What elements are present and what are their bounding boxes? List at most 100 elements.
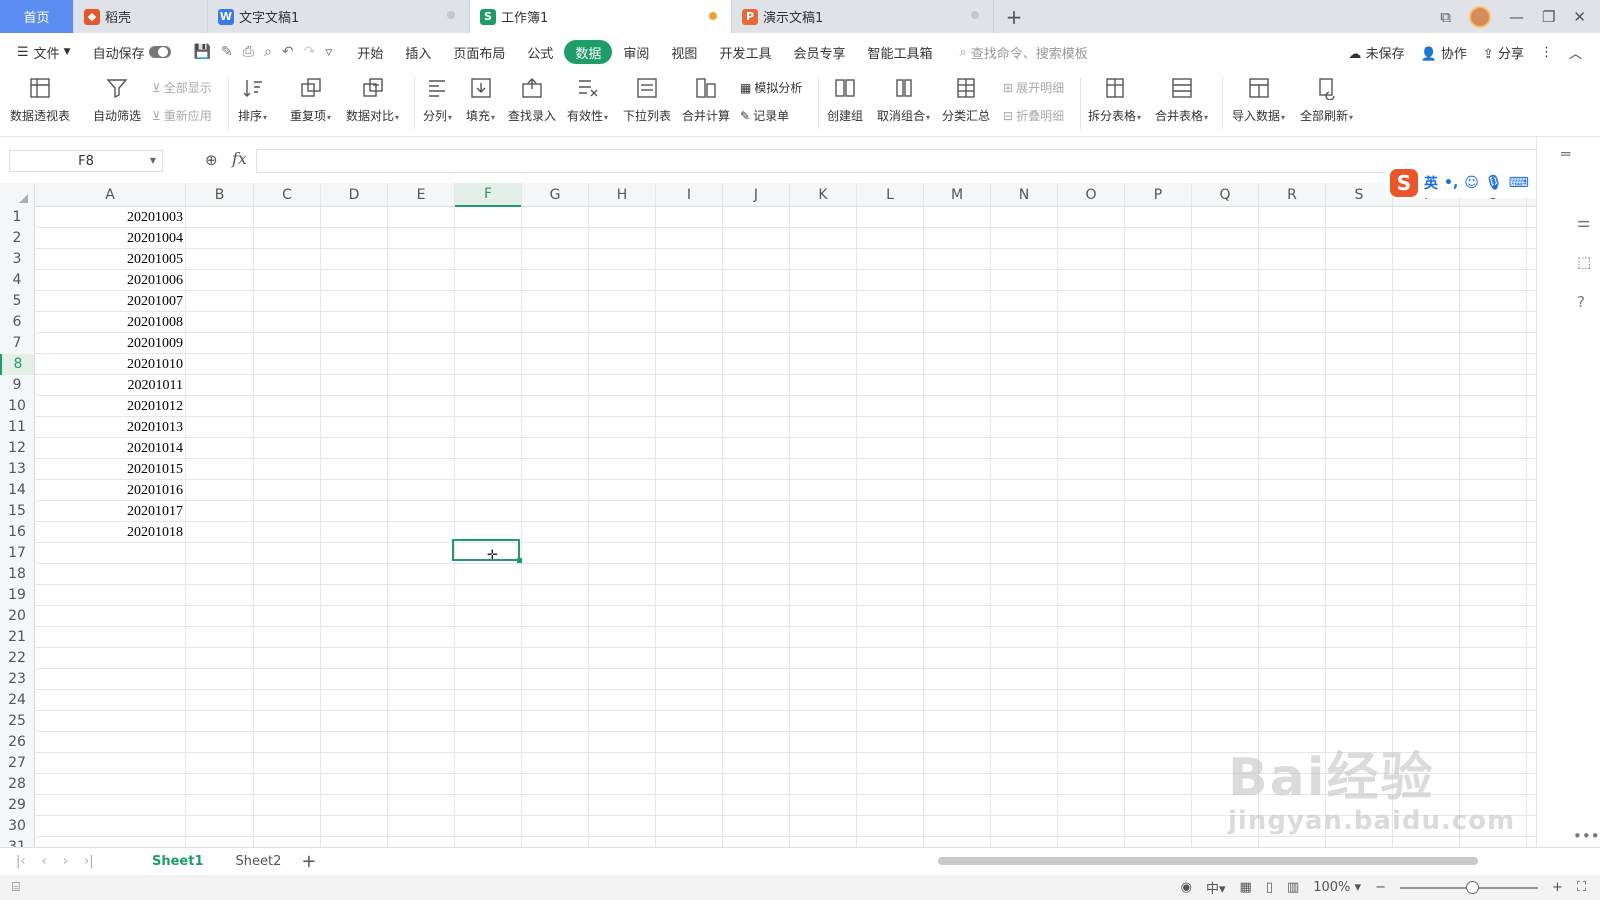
zoom-level[interactable]: 100% ▾ (1313, 880, 1361, 895)
column-header-k[interactable]: K (790, 183, 857, 207)
zoom-formula-icon[interactable]: ⊕ (205, 151, 218, 169)
more-options-icon[interactable]: ••• (1573, 827, 1600, 845)
more-icon[interactable]: ⋮ (1540, 45, 1553, 60)
row-header[interactable]: 11 (0, 417, 35, 438)
cell-a9[interactable]: 20201011 (35, 375, 186, 396)
tab-workbook[interactable]: S 工作簿1 (470, 0, 732, 33)
multi-window-icon[interactable]: ⧉ (1440, 8, 1451, 26)
row-header[interactable]: 27 (0, 753, 35, 774)
row-header[interactable]: 5 (0, 291, 35, 312)
column-header-b[interactable]: B (186, 183, 254, 207)
undo-icon[interactable]: ↶ (282, 44, 294, 60)
zoom-slider-knob[interactable] (1465, 880, 1479, 894)
minimize-icon[interactable]: — (1509, 8, 1524, 26)
merge-table-button[interactable]: 合并表格▾ (1155, 73, 1208, 124)
row-header[interactable]: 23 (0, 669, 35, 690)
eye-protection-icon[interactable]: ◉ (1181, 880, 1192, 895)
microphone-icon[interactable]: 🎙 (1485, 175, 1503, 191)
macro-record-icon[interactable]: ⌸ (12, 880, 20, 895)
sort-button[interactable]: 排序▾ (238, 73, 267, 124)
cell-a15[interactable]: 20201017 (35, 501, 186, 522)
fullscreen-icon[interactable]: ⛶ (1577, 880, 1586, 895)
column-header-d[interactable]: D (321, 183, 388, 207)
menu-item-smart-toolbox[interactable]: 智能工具箱 (856, 40, 943, 64)
column-header-p[interactable]: P (1125, 183, 1192, 207)
collapse-ribbon-icon[interactable]: ︿ (1569, 43, 1582, 62)
row-header[interactable]: 9 (0, 375, 35, 396)
file-menu[interactable]: ☰ 文件 ▼ (6, 40, 82, 64)
row-header[interactable]: 2 (0, 228, 35, 249)
row-header[interactable]: 1 (0, 207, 35, 228)
more-dropdown-icon[interactable]: ▿ (325, 44, 332, 60)
cell-a3[interactable]: 20201005 (35, 249, 186, 270)
zoom-out-icon[interactable]: − (1375, 880, 1386, 895)
duplicates-button[interactable]: 重复项▾ (290, 73, 331, 124)
cell-a6[interactable]: 20201008 (35, 312, 186, 333)
punctuation-icon[interactable]: •, (1444, 175, 1458, 191)
row-header[interactable]: 22 (0, 648, 35, 669)
selected-cell-f8[interactable] (452, 539, 522, 563)
create-group-button[interactable]: 创建组 (827, 73, 863, 124)
ungroup-button[interactable]: 取消组合▾ (877, 73, 930, 124)
row-header[interactable]: 25 (0, 711, 35, 732)
format-painter-icon[interactable]: ✎ (221, 44, 233, 60)
avatar[interactable] (1468, 5, 1491, 28)
column-header-a[interactable]: A (35, 183, 186, 207)
chevron-down-icon[interactable]: ▼ (150, 156, 156, 165)
sogou-logo-icon[interactable]: S (1390, 169, 1418, 197)
row-header[interactable]: 14 (0, 480, 35, 501)
command-search[interactable]: ⌕ 查找命令、搜索模板 (959, 43, 1087, 62)
column-header-s[interactable]: S (1326, 183, 1393, 207)
column-header-i[interactable]: I (656, 183, 723, 207)
import-data-button[interactable]: 导入数据▾ (1232, 73, 1285, 124)
tab-presentation[interactable]: P 演示文稿1 (732, 0, 994, 33)
find-entry-button[interactable]: 查找录入 (508, 73, 556, 124)
save-icon[interactable]: 💾 (194, 44, 211, 60)
column-header-g[interactable]: G (522, 183, 589, 207)
cell-a8[interactable]: 20201010 (35, 354, 186, 375)
autosave-toggle[interactable]: 自动保存 (82, 40, 182, 64)
data-compare-button[interactable]: 数据对比▾ (346, 73, 399, 124)
share-button[interactable]: ⇪ 分享 (1483, 43, 1524, 62)
unsaved-button[interactable]: ☁ 未保存 (1348, 43, 1404, 62)
column-header-l[interactable]: L (857, 183, 924, 207)
column-header-h[interactable]: H (589, 183, 656, 207)
consolidate-button[interactable]: 合并计算 (682, 73, 730, 124)
menu-item-developer[interactable]: 开发工具 (708, 40, 782, 64)
sheet-tab-sheet2[interactable]: Sheet2 (220, 848, 298, 876)
row-header[interactable]: 12 (0, 438, 35, 459)
menu-item-start[interactable]: 开始 (346, 40, 394, 64)
cell-a13[interactable]: 20201015 (35, 459, 186, 480)
row-header[interactable]: 24 (0, 690, 35, 711)
cell-a1[interactable]: 20201003 (35, 207, 186, 228)
pivot-table-button[interactable]: 数据透视表 (10, 73, 70, 124)
row-header[interactable]: 31 (0, 837, 35, 847)
show-all-button[interactable]: ⊻ 全部显示 (152, 79, 212, 96)
split-table-button[interactable]: 拆分表格▾ (1088, 73, 1141, 124)
column-header-e[interactable]: E (388, 183, 455, 207)
toggle-switch[interactable] (148, 46, 171, 58)
last-sheet-icon[interactable]: ›| (84, 854, 94, 869)
column-header-o[interactable]: O (1058, 183, 1125, 207)
menu-item-formula[interactable]: 公式 (516, 40, 564, 64)
column-header-r[interactable]: R (1259, 183, 1326, 207)
row-header[interactable]: 28 (0, 774, 35, 795)
tab-home[interactable]: 首页 (0, 0, 74, 33)
tab-close-icon[interactable] (447, 11, 455, 19)
next-sheet-icon[interactable]: › (63, 854, 68, 869)
menu-item-page-layout[interactable]: 页面布局 (442, 40, 516, 64)
column-header-j[interactable]: J (723, 183, 790, 207)
menu-item-member[interactable]: 会员专享 (782, 40, 856, 64)
row-header[interactable]: 29 (0, 795, 35, 816)
zoom-slider[interactable] (1399, 880, 1538, 894)
row-header[interactable]: 10 (0, 396, 35, 417)
cell-a2[interactable]: 20201004 (35, 228, 186, 249)
row-header[interactable]: 21 (0, 627, 35, 648)
column-header-m[interactable]: M (924, 183, 991, 207)
collapse-detail-button[interactable]: ⊟ 折叠明细 (1003, 107, 1064, 124)
redo-icon[interactable]: ↷ (304, 44, 316, 60)
formula-input[interactable] (256, 149, 1556, 173)
emoji-icon[interactable]: ☺ (1464, 175, 1479, 191)
spreadsheet-grid[interactable]: ABCDEFGHIJKLMNOPQRSTU 120201003220201004… (0, 183, 1536, 847)
fill-button[interactable]: 填充▾ (466, 73, 495, 124)
